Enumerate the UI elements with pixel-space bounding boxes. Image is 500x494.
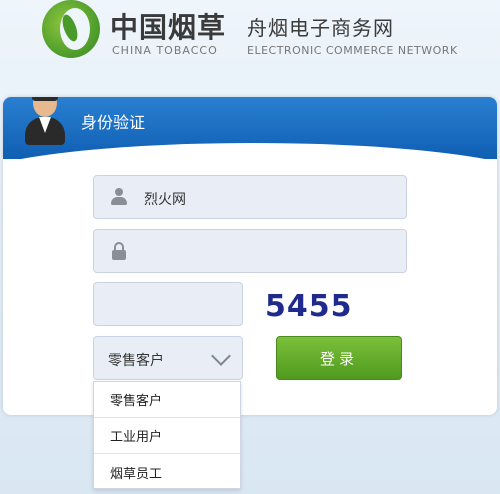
captcha-image[interactable]: 5455 — [265, 289, 353, 324]
username-field[interactable]: 烈火网 — [93, 175, 407, 219]
brand-name-cn: 中国烟草 — [110, 11, 227, 44]
role-option-industry[interactable]: 工业用户 — [94, 418, 240, 454]
site-name-en: ELECTRONIC COMMERCE NETWORK — [247, 44, 458, 57]
role-option-staff[interactable]: 烟草员工 — [94, 454, 240, 490]
panel-title: 身份验证 — [81, 113, 146, 132]
login-button[interactable]: 登录 — [276, 336, 402, 380]
role-select[interactable]: 零售客户 — [93, 336, 243, 380]
site-name-cn: 舟烟电子商务网 — [247, 16, 394, 40]
captcha-input[interactable] — [93, 282, 243, 326]
avatar-icon — [21, 97, 69, 145]
lock-icon — [110, 242, 128, 260]
login-panel: 身份验证 烈火网 5455 零售客户 登录 — [3, 97, 497, 415]
avatar-hair — [32, 97, 58, 101]
user-icon — [110, 188, 128, 206]
role-option-retail[interactable]: 零售客户 — [94, 382, 240, 418]
logo-mark — [42, 0, 100, 58]
password-field[interactable] — [93, 229, 407, 273]
chevron-down-icon — [211, 346, 231, 366]
role-select-value: 零售客户 — [108, 353, 164, 369]
username-value: 烈火网 — [144, 192, 186, 208]
panel-header — [3, 97, 497, 223]
brand-name-en: CHINA TOBACCO — [112, 44, 218, 57]
role-dropdown-list: 零售客户 工业用户 烟草员工 — [93, 381, 241, 489]
